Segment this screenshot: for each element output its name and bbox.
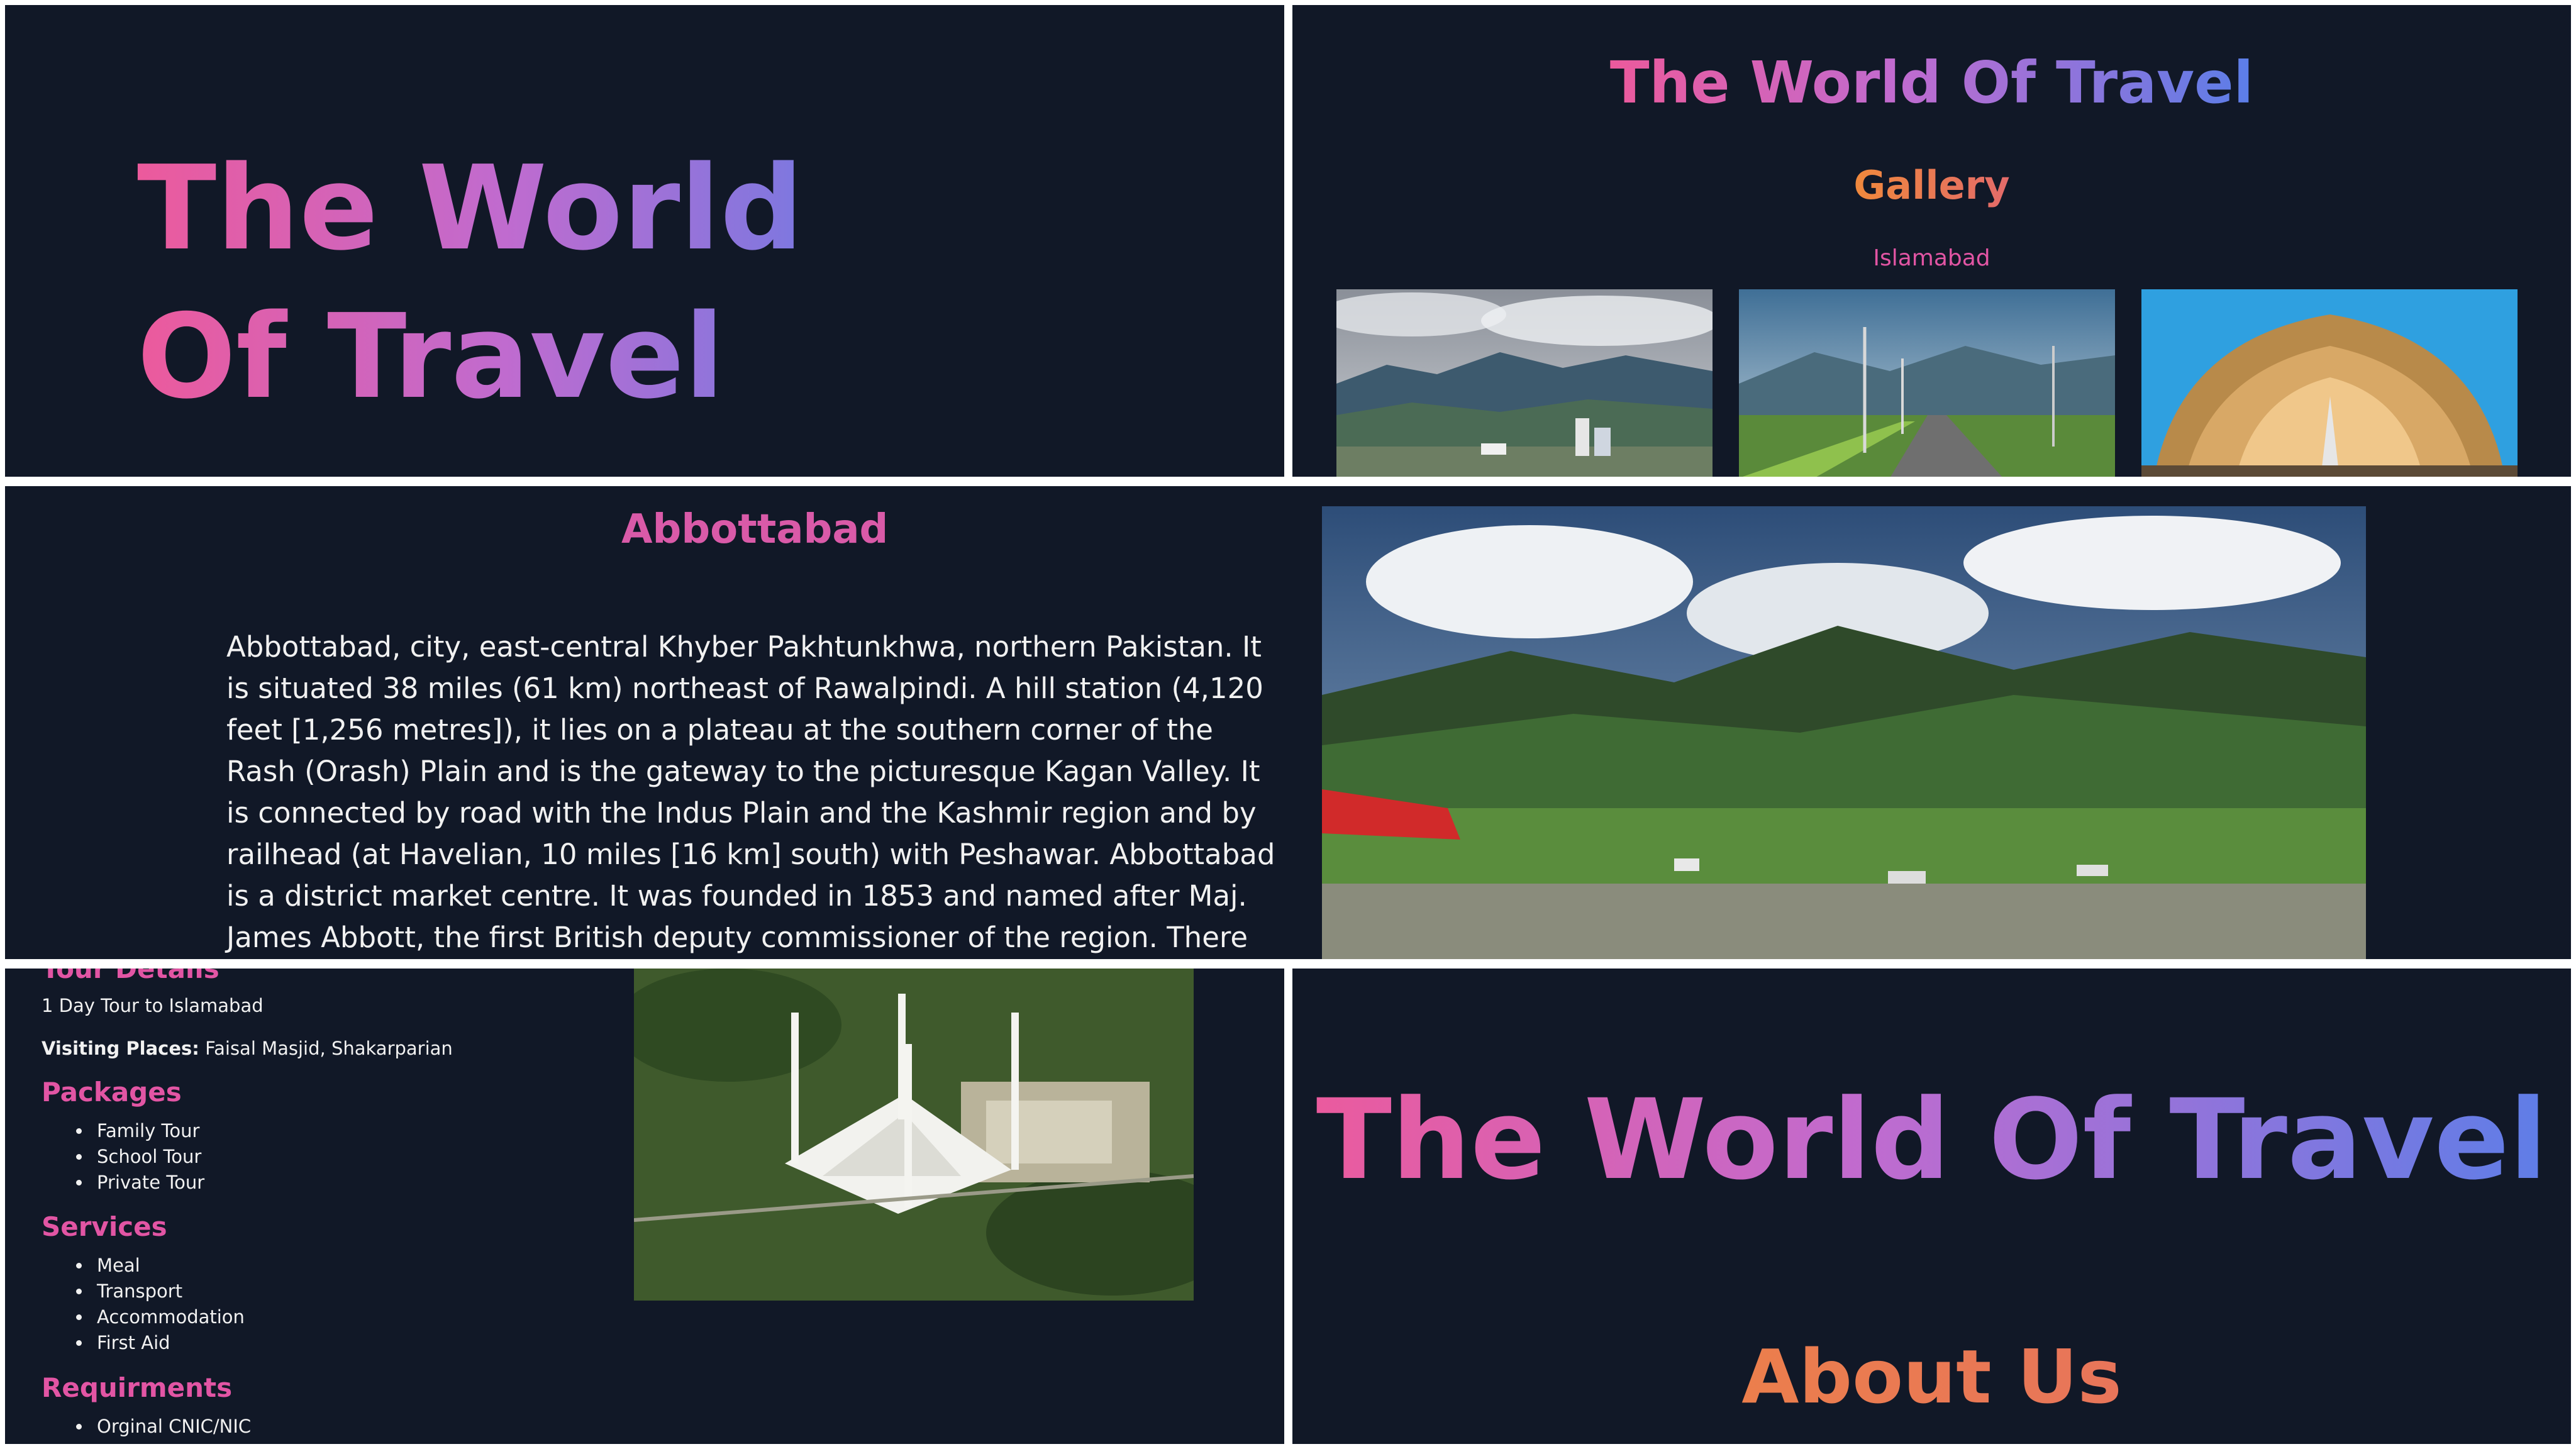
faisal-masjid-image[interactable] — [634, 969, 1194, 1301]
islamabad-highway-image[interactable] — [1739, 289, 2115, 477]
abbottabad-valley-image[interactable] — [1322, 506, 2366, 959]
about-panel: The World Of Travel About Us — [1292, 969, 2571, 1444]
abbottabad-panel: Abbottabad Abbottabad, city, east-centra… — [5, 486, 2571, 959]
list-item: Accommodation — [92, 1304, 245, 1330]
hero-panel: The World Of Travel — [5, 5, 1284, 477]
visiting-places: Visiting Places: Faisal Masjid, Shakarpa… — [42, 1038, 453, 1059]
tour-line: 1 Day Tour to Islamabad — [42, 995, 264, 1016]
site-title-large: The World Of Travel — [1292, 1075, 2571, 1204]
abbottabad-description: Abbottabad, city, east-central Khyber Pa… — [226, 630, 1275, 954]
requirements-heading: Requirments — [42, 1372, 233, 1403]
gallery-heading: Gallery — [1292, 162, 2571, 208]
tour-details-panel: Tour Details 1 Day Tour to Islamabad Vis… — [5, 969, 1284, 1444]
gallery-panel: The World Of Travel Gallery Islamabad — [1292, 5, 2571, 477]
gallery-heading-text: Gallery — [1853, 162, 2010, 208]
visiting-places-label: Visiting Places: — [42, 1038, 199, 1059]
pakistan-monument-image[interactable] — [2141, 289, 2518, 477]
islamabad-city-view-image[interactable] — [1336, 289, 1713, 477]
about-us-heading: About Us — [1292, 1333, 2571, 1420]
tour-details-heading: Tour Details — [42, 969, 219, 984]
site-title: The World Of Travel — [1292, 49, 2571, 116]
services-list: Meal Transport Accommodation First Aid — [43, 1253, 245, 1356]
city-label: Islamabad — [1873, 245, 1990, 271]
site-title-text: The World Of Travel — [1609, 49, 2254, 116]
list-item: School Tour — [92, 1144, 204, 1170]
packages-list: Family Tour School Tour Private Tour — [43, 1118, 204, 1196]
hero-title: The World Of Travel — [137, 134, 955, 431]
list-item: First Aid — [92, 1330, 245, 1356]
requirements-list: Orginal CNIC/NIC — [43, 1414, 251, 1440]
visiting-places-value: Faisal Masjid, Shakarparian — [205, 1038, 453, 1059]
list-item: Transport — [92, 1279, 245, 1304]
services-heading: Services — [42, 1211, 167, 1242]
list-item: Private Tour — [92, 1170, 204, 1196]
list-item: Meal — [92, 1253, 245, 1279]
abbottabad-heading: Abbottabad — [621, 506, 889, 553]
list-item: Orginal CNIC/NIC — [92, 1414, 251, 1440]
list-item: Family Tour — [92, 1118, 204, 1144]
packages-heading: Packages — [42, 1077, 182, 1108]
